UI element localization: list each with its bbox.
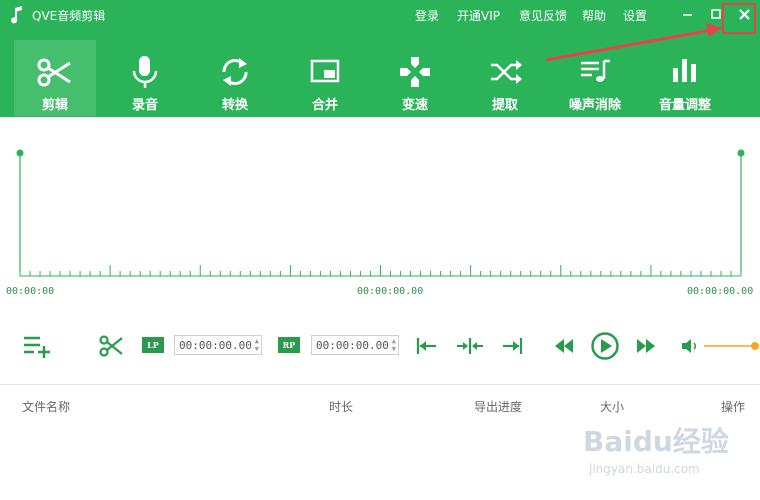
lp-time-value: 00:00:00.00	[179, 339, 252, 352]
music-note-icon	[11, 6, 22, 24]
rp-time-value: 00:00:00.00	[316, 339, 389, 352]
vip-link[interactable]: 开通VIP	[457, 7, 500, 24]
play-button[interactable]	[590, 331, 620, 361]
tool-convert-label: 转换	[221, 98, 248, 113]
tool-merge-label: 合并	[311, 98, 338, 113]
tool-speed[interactable]: 变速	[374, 40, 456, 116]
tool-volume-adjust-label: 音量调整	[658, 98, 711, 113]
rp-time-input[interactable]: 00:00:00.00 ▲ ▼	[311, 335, 399, 355]
tool-cut[interactable]: 剪辑	[14, 40, 96, 116]
table-divider	[0, 384, 760, 385]
shuffle-icon	[491, 60, 522, 84]
go-to-end-icon[interactable]	[499, 335, 525, 357]
add-file-icon[interactable]	[22, 334, 52, 358]
timeline-ruler	[19, 265, 742, 276]
column-actions: 操作	[721, 400, 746, 414]
right-marker-handle[interactable]	[737, 149, 745, 157]
left-marker-handle[interactable]	[16, 149, 24, 157]
tool-speed-label: 变速	[401, 98, 428, 113]
rp-time-stepper[interactable]: ▲ ▼	[392, 337, 396, 353]
volume-icon[interactable]	[680, 336, 700, 356]
column-duration: 时长	[329, 400, 354, 414]
column-file-name: 文件名称	[22, 400, 71, 414]
login-link[interactable]: 登录	[415, 7, 439, 24]
column-export-progress: 导出进度	[474, 400, 523, 414]
microphone-icon	[132, 56, 158, 88]
app-title: QVE音频剪辑	[32, 9, 106, 23]
convert-icon	[222, 58, 248, 86]
split-center-icon[interactable]	[455, 335, 485, 357]
watermark-url: jingyan.baidu.com	[589, 462, 700, 476]
fast-forward-icon[interactable]	[634, 336, 658, 356]
tool-merge[interactable]: 合并	[284, 40, 366, 116]
speed-icon	[400, 57, 430, 87]
volume-slider-thumb[interactable]	[751, 342, 759, 350]
time-end: 00:00:00.00	[687, 286, 754, 297]
tool-cut-label: 剪辑	[41, 98, 68, 113]
tool-extract-label: 提取	[491, 98, 518, 113]
tool-extract[interactable]: 提取	[464, 40, 546, 116]
tool-convert[interactable]: 转换	[194, 40, 276, 116]
annotation-arrow	[545, 23, 722, 62]
merge-icon	[310, 59, 340, 83]
lp-label: LP	[142, 337, 164, 353]
go-to-start-icon[interactable]	[414, 335, 440, 357]
scissors-icon	[37, 58, 71, 87]
scissors-cut-icon[interactable]	[98, 334, 124, 358]
rp-label: RP	[278, 337, 300, 353]
time-middle: 00:00:00.00	[357, 286, 424, 297]
time-start: 00:00:00	[6, 286, 55, 297]
baidu-watermark: Baidu经验 jingyan.baidu.com	[583, 420, 743, 490]
volume-slider[interactable]	[704, 338, 760, 354]
tool-record-label: 录音	[131, 98, 158, 113]
column-size: 大小	[600, 400, 625, 414]
tool-record[interactable]: 录音	[104, 40, 186, 116]
lp-time-stepper[interactable]: ▲ ▼	[255, 337, 259, 353]
lp-time-input[interactable]: 00:00:00.00 ▲ ▼	[174, 335, 262, 355]
tool-noise-reduction-label: 噪声消除	[568, 98, 621, 113]
watermark-text: Baidu经验	[583, 425, 729, 458]
rewind-icon[interactable]	[552, 336, 576, 356]
